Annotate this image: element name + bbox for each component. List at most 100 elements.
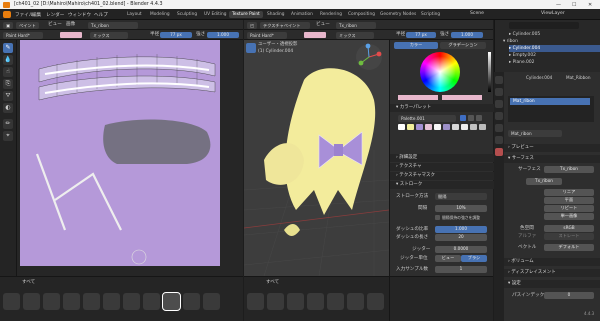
- palette-remove-icon[interactable]: [476, 115, 482, 121]
- image-texture-selector[interactable]: Tx_ribon: [88, 21, 138, 29]
- image-radius-field[interactable]: 77 px: [160, 31, 192, 38]
- palette-swatch[interactable]: [434, 124, 441, 130]
- clone-tool-icon[interactable]: ⎘: [3, 79, 13, 89]
- viewport-brush-selector[interactable]: Paint Hard*: [247, 31, 287, 39]
- workspace-compositing[interactable]: Compositing: [345, 11, 378, 18]
- workspace-uv-editing[interactable]: UV Editing: [201, 11, 229, 18]
- source-dropdown[interactable]: 単一画像: [544, 213, 594, 220]
- palette-swatch-grid[interactable]: [398, 124, 490, 138]
- menu-file[interactable]: ファイル: [15, 12, 33, 18]
- outliner-search-input[interactable]: [509, 22, 579, 29]
- workspace-geometry-nodes[interactable]: Geometry Nodes: [377, 11, 419, 18]
- brush-blur-icon[interactable]: [23, 293, 40, 310]
- vp-brush-smear-icon[interactable]: [367, 293, 384, 310]
- brush-smear-icon[interactable]: [123, 293, 140, 310]
- palette-duplicate-icon[interactable]: [468, 115, 474, 121]
- color-palette-section[interactable]: ▾ カラーパレット: [390, 104, 494, 112]
- input-samples-field[interactable]: 1: [435, 266, 487, 273]
- brush-airbrush-icon[interactable]: [3, 293, 20, 310]
- dash-ratio-field[interactable]: 1.000: [435, 226, 487, 233]
- blender-menu-icon[interactable]: [3, 11, 11, 18]
- pass-index-field[interactable]: 0: [544, 292, 594, 299]
- palette-shield-icon[interactable]: [460, 115, 466, 121]
- material-slot-list[interactable]: Mat_ribon: [508, 96, 594, 122]
- brush-fill-icon[interactable]: [83, 293, 100, 310]
- palette-swatch[interactable]: [398, 124, 405, 130]
- workspace-layout[interactable]: Layout: [124, 11, 145, 18]
- output-tab-icon[interactable]: [495, 100, 503, 108]
- value-slider[interactable]: [488, 52, 491, 92]
- vp-brush-mask-icon[interactable]: [347, 293, 364, 310]
- viewport-scene[interactable]: [243, 40, 390, 277]
- palette-swatch[interactable]: [470, 124, 477, 130]
- palette-selector[interactable]: Palette.001: [398, 115, 456, 122]
- vp-brush-fill-icon[interactable]: [327, 293, 344, 310]
- brush-paint-hard-icon[interactable]: [162, 292, 181, 311]
- uv-texture-canvas[interactable]: [17, 40, 243, 276]
- viewport-canvas[interactable]: ユーザー・透視投影 (1) Cylinder.004: [243, 40, 390, 277]
- menu-help[interactable]: ヘルプ: [94, 12, 108, 18]
- image-blend-mode-dropdown[interactable]: ミックス: [90, 31, 128, 39]
- projection-dropdown[interactable]: 平面: [544, 197, 594, 204]
- outliner-item-ribon[interactable]: ▾ ribon: [503, 38, 600, 45]
- viewport-strength-field[interactable]: 1.000: [451, 31, 483, 38]
- alpha-dropdown[interactable]: ストレート: [544, 233, 594, 240]
- color-wheel[interactable]: [420, 52, 460, 92]
- image-image-menu[interactable]: 画像: [66, 22, 75, 28]
- scene-selector[interactable]: Scene: [470, 11, 484, 17]
- viewport-view-menu[interactable]: ビュー: [316, 22, 330, 28]
- workspace-animation[interactable]: Animation: [288, 11, 316, 18]
- smear-tool-icon[interactable]: ☝: [3, 67, 13, 77]
- brush-texture-icon[interactable]: [183, 293, 200, 310]
- brush-mask-icon[interactable]: [103, 293, 120, 310]
- workspace-modeling[interactable]: Modeling: [147, 11, 173, 18]
- preview-section[interactable]: › プレビュー: [504, 144, 600, 152]
- jitter-view-toggle[interactable]: ビュー: [435, 255, 461, 262]
- viewport-draw-tool-icon[interactable]: [246, 43, 256, 53]
- material-name-field[interactable]: Mat_ribon: [508, 130, 562, 137]
- settings-section[interactable]: ▾ 設定: [504, 280, 600, 288]
- workspace-sculpting[interactable]: Sculpting: [174, 11, 200, 18]
- stroke-section[interactable]: ▾ ストローク: [390, 181, 494, 189]
- surface-section[interactable]: ▾ サーフェス: [504, 155, 600, 163]
- colorspace-dropdown[interactable]: sRGB: [544, 225, 594, 232]
- vector-field[interactable]: デフォルト: [544, 244, 594, 251]
- outliner-item-cylinder005[interactable]: ▸ Cylinder.005: [509, 31, 600, 38]
- palette-swatch[interactable]: [479, 124, 486, 130]
- sample-tool-icon[interactable]: ⌖: [3, 131, 13, 141]
- brush-erase-icon[interactable]: [63, 293, 80, 310]
- material-slot[interactable]: Mat_ribon: [510, 98, 590, 105]
- palette-swatch[interactable]: [407, 124, 414, 130]
- workspace-rendering[interactable]: Rendering: [317, 11, 345, 18]
- fill-tool-icon[interactable]: ⛛: [3, 91, 13, 101]
- object-tab-icon[interactable]: [495, 124, 503, 132]
- draw-tool-icon[interactable]: ✎: [3, 43, 13, 53]
- viewport-brush-color-swatch[interactable]: [304, 32, 326, 38]
- tab-color[interactable]: カラー: [394, 42, 438, 49]
- texture-node-field[interactable]: Tx_ribon: [526, 178, 562, 185]
- brush-soft-icon[interactable]: [143, 293, 160, 310]
- material-tab-icon[interactable]: [495, 148, 503, 156]
- secondary-color-swatch[interactable]: [442, 95, 482, 100]
- palette-swatch[interactable]: [443, 124, 450, 130]
- workspace-shading[interactable]: Shading: [264, 11, 287, 18]
- workspace-scripting[interactable]: Scripting: [418, 11, 443, 18]
- palette-swatch[interactable]: [461, 124, 468, 130]
- viewport-mode-dropdown[interactable]: テクスチャペイント: [260, 21, 310, 29]
- brush-stroke-icon[interactable]: [203, 293, 220, 310]
- image-paint-mode-dropdown[interactable]: ペイント: [16, 21, 39, 29]
- mask-tool-icon[interactable]: ◐: [3, 103, 13, 113]
- vp-brush-blur-icon[interactable]: [267, 293, 284, 310]
- vp-brush-clone-icon[interactable]: [287, 293, 304, 310]
- outliner-item-plane002[interactable]: ▸ Plane.002: [509, 59, 600, 66]
- soften-tool-icon[interactable]: 💧: [3, 55, 13, 65]
- tab-gradient[interactable]: グラデーション: [440, 42, 486, 49]
- image-brush-color-swatch[interactable]: [60, 32, 82, 38]
- vp-brush-airbrush-icon[interactable]: [247, 293, 264, 310]
- workspace-texture-paint[interactable]: Texture Paint: [229, 11, 263, 18]
- spacing-field[interactable]: 10%: [435, 205, 487, 212]
- dash-length-field[interactable]: 20: [435, 234, 487, 241]
- palette-swatch[interactable]: [425, 124, 432, 130]
- image-editor-type-icon[interactable]: ▣: [3, 21, 13, 29]
- minimize-button[interactable]: —: [556, 2, 561, 8]
